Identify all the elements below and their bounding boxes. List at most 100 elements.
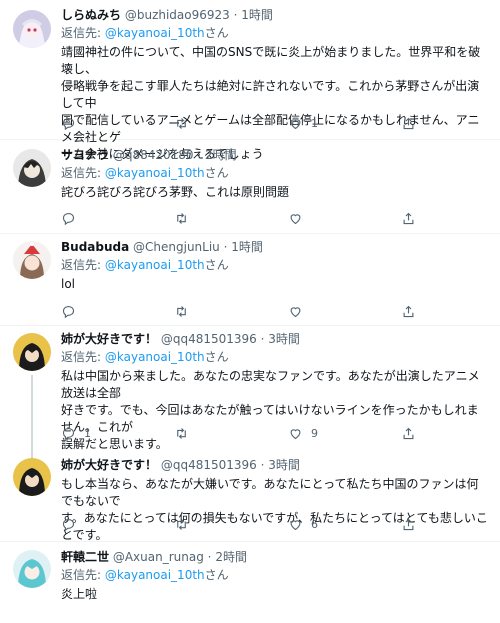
share-button[interactable] — [401, 209, 416, 227]
reply-prefix: 返信先: — [61, 350, 102, 364]
reply-context: 返信先: @kayanoai_10thさん — [61, 25, 488, 42]
reply-context: 返信先: @kayanoai_10thさん — [61, 567, 488, 584]
heart-icon — [290, 118, 301, 129]
avatar[interactable] — [13, 10, 51, 48]
reply-icon — [62, 212, 75, 225]
mention-link[interactable]: @kayanoai_10th — [105, 568, 205, 582]
share-icon — [403, 117, 414, 129]
tweet-text-line: 靖國神社の件について、中国のSNSで既に炎上が始まりました。世界平和を破壊し、 — [61, 45, 481, 76]
reply-button[interactable] — [61, 209, 84, 227]
display-name[interactable]: 姉が大好きです！ — [61, 332, 157, 346]
share-icon — [403, 427, 414, 439]
tweet-text-line: lol — [61, 277, 76, 291]
reply-prefix: 返信先: — [61, 258, 102, 272]
retweet-icon — [177, 305, 186, 317]
mention-link[interactable]: @kayanoai_10th — [105, 350, 205, 364]
avatar[interactable] — [13, 550, 51, 588]
like-button[interactable] — [288, 302, 311, 320]
user-handle[interactable]: @qq481501396 — [161, 458, 257, 472]
reply-suffix: さん — [204, 166, 229, 180]
tweet-text-line: 詫びろ詫びろ詫びろ茅野、これは原則問題 — [61, 185, 290, 199]
tweet[interactable]: Budabuda @ChengjunLiu · 1時間 返信先: @kayano… — [0, 234, 500, 326]
reply-context: 返信先: @kayanoai_10thさん — [61, 165, 488, 182]
reply-suffix: さん — [204, 26, 229, 40]
like-button[interactable]: 1 — [288, 114, 318, 132]
like-count: 9 — [311, 426, 318, 440]
timestamp[interactable]: 1時間 — [241, 8, 273, 22]
timestamp[interactable]: 2時間 — [205, 148, 237, 162]
tweet[interactable]: 軒轅二世 @Axuan_runag · 2時間 返信先: @kayanoai_1… — [0, 542, 500, 623]
retweet-icon — [177, 212, 186, 224]
retweet-button[interactable] — [174, 424, 197, 442]
display-name[interactable]: しらぬみち — [61, 8, 121, 22]
separator: · — [233, 8, 238, 22]
share-button[interactable] — [401, 302, 416, 320]
share-button[interactable] — [401, 114, 416, 132]
reply-button[interactable] — [61, 302, 84, 320]
separator: · — [260, 332, 265, 346]
share-button[interactable] — [401, 424, 416, 442]
user-handle[interactable]: @Axuan_runag — [113, 550, 204, 564]
display-name[interactable]: 軒轅二世 — [61, 550, 109, 564]
avatar[interactable] — [13, 241, 51, 279]
tweet-text-line: 私は中国から来ました。あなたの忠実なファンです。あなたが出演したアニメ放送は全部 — [61, 369, 480, 400]
user-handle[interactable]: @qq481501396 — [161, 332, 257, 346]
share-icon — [403, 305, 414, 317]
tweet[interactable]: サヨナラ @q88420180 · 2時間 返信先: @kayanoai_10t… — [0, 140, 500, 234]
tweet[interactable]: しらぬみち @buzhidao96923 · 1時間 返信先: @kayanoa… — [0, 0, 500, 161]
retweet-icon — [177, 427, 186, 439]
separator: · — [223, 240, 228, 254]
mention-link[interactable]: @kayanoai_10th — [105, 258, 205, 272]
reply-icon — [62, 305, 75, 318]
separator: · — [207, 550, 212, 564]
retweet-icon — [177, 117, 186, 129]
reply-context: 返信先: @kayanoai_10thさん — [61, 257, 488, 274]
reply-suffix: さん — [204, 568, 229, 582]
like-button[interactable]: 6 — [288, 515, 318, 533]
reply-button[interactable] — [61, 114, 84, 132]
share-icon — [403, 212, 414, 224]
avatar[interactable] — [13, 458, 51, 496]
tweet-text-line: もし本当なら、あなたが大嫌いです。あなたにとって私たち中国のファンは何でもないで — [61, 477, 479, 508]
share-button[interactable] — [401, 515, 416, 533]
reply-prefix: 返信先: — [61, 166, 102, 180]
user-handle[interactable]: @buzhidao96923 — [125, 8, 230, 22]
display-name[interactable]: サヨナラ — [61, 148, 109, 162]
tweet[interactable]: 姉が大好きです！ @qq481501396 · 3時間 もし本当なら、あなたが大… — [0, 450, 500, 542]
reply-button[interactable]: 1 — [61, 424, 91, 442]
tweet-text: もし本当なら、あなたが大嫌いです。あなたにとって私たち中国のファンは何でもないで… — [61, 476, 488, 544]
heart-icon — [290, 519, 301, 530]
heart-icon — [290, 428, 301, 439]
mention-link[interactable]: @kayanoai_10th — [105, 166, 205, 180]
avatar[interactable] — [13, 333, 51, 371]
user-handle[interactable]: @q88420180 — [113, 148, 194, 162]
avatar[interactable] — [13, 149, 51, 187]
separator: · — [197, 148, 202, 162]
action-bar — [61, 209, 481, 227]
tweet[interactable]: 姉が大好きです！ @qq481501396 · 3時間 返信先: @kayano… — [0, 326, 500, 461]
reply-button[interactable] — [61, 515, 84, 533]
reply-prefix: 返信先: — [61, 568, 102, 582]
timestamp[interactable]: 3時間 — [268, 458, 300, 472]
retweet-button[interactable] — [174, 209, 197, 227]
retweet-button[interactable] — [174, 114, 197, 132]
display-name[interactable]: 姉が大好きです！ — [61, 458, 157, 472]
action-bar: 6 — [61, 515, 481, 533]
timestamp[interactable]: 2時間 — [215, 550, 247, 564]
tweet-text: 炎上啦 — [61, 586, 488, 603]
timestamp[interactable]: 1時間 — [231, 240, 263, 254]
timestamp[interactable]: 3時間 — [268, 332, 300, 346]
retweet-button[interactable] — [174, 302, 197, 320]
mention-link[interactable]: @kayanoai_10th — [105, 26, 205, 40]
separator: · — [260, 458, 265, 472]
like-button[interactable]: 9 — [288, 424, 318, 442]
tweet-text-line: 侵略戦争を起こす罪人たちは絶対に許されないです。これから茅野さんが出演して中 — [61, 79, 480, 110]
reply-icon — [62, 117, 75, 130]
user-handle[interactable]: @ChengjunLiu — [133, 240, 220, 254]
like-count: 6 — [311, 517, 318, 531]
retweet-button[interactable] — [174, 515, 197, 533]
like-button[interactable] — [288, 209, 311, 227]
thread-line — [31, 375, 33, 461]
display-name[interactable]: Budabuda — [61, 240, 129, 254]
heart-icon — [290, 306, 301, 317]
